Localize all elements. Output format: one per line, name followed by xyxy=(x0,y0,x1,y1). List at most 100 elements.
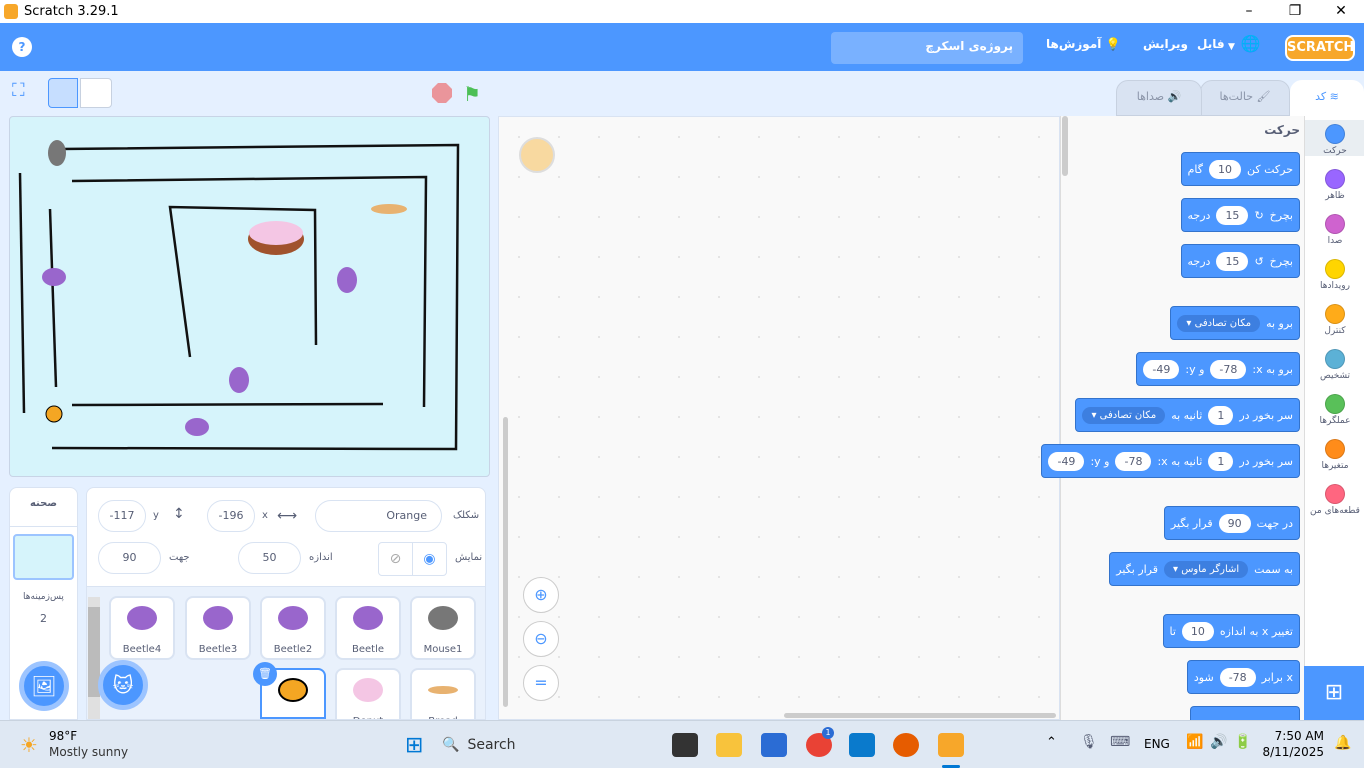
block-input[interactable]: 90 xyxy=(1218,513,1251,533)
block-input[interactable]: 1 xyxy=(1208,451,1234,471)
sprite-tile[interactable]: Bread xyxy=(410,668,476,719)
sprite-tile[interactable]: Beetle2 xyxy=(260,596,326,660)
microphone-icon[interactable]: 🎙 xyxy=(1080,734,1098,750)
maximize-button[interactable]: ❐ xyxy=(1272,0,1318,23)
sprite-tile[interactable]: Beetle xyxy=(335,596,401,660)
block-input[interactable]: 15 xyxy=(1216,205,1249,225)
clock-date[interactable]: 8/11/2025 xyxy=(1262,745,1324,759)
block-turn-right[interactable]: بچرخ ↻ 15 درجه xyxy=(1180,198,1300,232)
minimize-button[interactable]: – xyxy=(1226,0,1272,23)
notifications-icon[interactable]: 🔔 xyxy=(1334,735,1351,751)
palette-scrollbar[interactable] xyxy=(1062,116,1068,176)
size-input[interactable]: 50 xyxy=(238,542,301,574)
weather-temp[interactable]: 98°F xyxy=(49,729,77,743)
help-button[interactable]: ? xyxy=(12,37,32,57)
battery-icon[interactable]: 🔋 xyxy=(1234,734,1251,750)
category-1[interactable]: ظاهر xyxy=(1305,165,1364,201)
block-point-towards[interactable]: به سمت اشارگر ماوس ▾ قرار بگیر xyxy=(1109,552,1300,586)
block-input[interactable]: 10 xyxy=(1181,621,1214,641)
close-button[interactable]: ✕ xyxy=(1318,0,1364,23)
block-input[interactable]: -78 xyxy=(1210,359,1247,379)
sprite-tile[interactable]: Donut xyxy=(335,668,401,719)
block-goto-xy[interactable]: برو به x: -78 و y: -49 xyxy=(1136,352,1300,386)
zoom-reset-button[interactable]: = xyxy=(523,665,559,701)
file-menu[interactable]: فایل xyxy=(1197,37,1225,51)
block-dropdown[interactable]: مکان تصادفی ▾ xyxy=(1177,314,1261,332)
block-glide[interactable]: سر بخور در 1 ثانیه به مکان تصادفی ▾ xyxy=(1075,398,1300,432)
fullscreen-button[interactable]: ⛶ xyxy=(12,80,25,101)
category-8[interactable]: قطعه‌های من xyxy=(1305,480,1364,516)
block-change-x[interactable]: تغییر x به اندازه 10 تا xyxy=(1162,614,1300,648)
sprite-tile[interactable]: Beetle4 xyxy=(109,596,175,660)
sprite-name-input[interactable]: Orange xyxy=(315,500,442,532)
block-input[interactable]: 10 xyxy=(1208,159,1241,179)
green-flag-icon[interactable]: ⚑ xyxy=(463,82,481,106)
small-stage-button[interactable] xyxy=(48,78,78,108)
block-move-steps[interactable]: حرکت کن 10 گام xyxy=(1180,152,1300,186)
task-view-icon[interactable] xyxy=(672,733,698,757)
category-7[interactable]: متغیرها xyxy=(1305,435,1364,471)
block-partial[interactable] xyxy=(1190,706,1300,720)
stop-icon[interactable] xyxy=(432,83,452,103)
category-3[interactable]: رویدادها xyxy=(1305,255,1364,291)
choose-backdrop-button[interactable]: 🖼 xyxy=(19,661,69,711)
block-goto[interactable]: برو به مکان تصادفی ▾ xyxy=(1170,306,1300,340)
category-2[interactable]: صدا xyxy=(1305,210,1364,246)
file-explorer-icon[interactable] xyxy=(716,733,742,757)
wifi-icon[interactable]: 📶 xyxy=(1186,734,1203,750)
hide-sprite-button[interactable]: ⊘ xyxy=(378,542,413,576)
block-input[interactable]: 15 xyxy=(1216,251,1249,271)
tab-code[interactable]: کد ≋ xyxy=(1290,80,1364,116)
y-input[interactable]: -117 xyxy=(98,500,146,532)
tab-sounds[interactable]: صداها 🔊 xyxy=(1116,80,1202,116)
block-dropdown[interactable]: مکان تصادفی ▾ xyxy=(1082,406,1166,424)
add-extension-button[interactable]: ⊞ xyxy=(1304,666,1364,720)
x-input[interactable]: -196 xyxy=(207,500,255,532)
code-workspace[interactable]: ⊕ ⊖ = xyxy=(498,116,1060,720)
category-6[interactable]: عملگرها xyxy=(1305,390,1364,426)
sprite-list-scrollbar[interactable] xyxy=(88,597,100,719)
language-menu[interactable]: ▼ 🌐 xyxy=(1228,34,1260,53)
keyboard-icon[interactable]: ⌨ xyxy=(1110,734,1130,750)
block-dropdown[interactable]: اشارگر ماوس ▾ xyxy=(1164,560,1249,578)
block-input[interactable]: -49 xyxy=(1048,451,1085,471)
show-visible-button[interactable]: ◉ xyxy=(412,542,447,576)
zoom-in-button[interactable]: ⊕ xyxy=(523,577,559,613)
vscode-icon[interactable] xyxy=(849,733,875,757)
block-input[interactable]: -78 xyxy=(1115,451,1152,471)
clock-time[interactable]: 7:50 AM xyxy=(1262,729,1324,743)
edit-menu[interactable]: ویرایش xyxy=(1143,37,1188,51)
tab-costumes[interactable]: حالت‌ها 🖌 xyxy=(1200,80,1290,116)
volume-icon[interactable]: 🔊 xyxy=(1210,734,1227,750)
large-stage-button[interactable] xyxy=(80,78,112,108)
block-point-direction[interactable]: در جهت 90 قرار بگیر xyxy=(1163,506,1300,540)
app-icon[interactable] xyxy=(893,733,919,757)
language-indicator[interactable]: ENG xyxy=(1144,737,1170,751)
block-turn-left[interactable]: بچرخ ↺ 15 درجه xyxy=(1180,244,1300,278)
store-icon[interactable] xyxy=(761,733,787,757)
block-glide-xy[interactable]: سر بخور در 1 ثانیه به x: -78 و y: -49 xyxy=(1041,444,1300,478)
backdrop-thumbnail[interactable] xyxy=(13,534,74,580)
windows-start-icon[interactable]: ⊞ xyxy=(405,733,423,758)
block-set-x[interactable]: x برابر -78 شود xyxy=(1186,660,1300,694)
stage-canvas[interactable] xyxy=(9,116,490,477)
tutorials-menu[interactable]: آموزش‌ها 💡 xyxy=(1046,37,1121,51)
block-input[interactable]: -49 xyxy=(1143,359,1180,379)
category-0[interactable]: حرکت xyxy=(1305,120,1364,156)
scratch-logo[interactable]: SCRATCH xyxy=(1285,35,1355,61)
category-4[interactable]: کنترل xyxy=(1305,300,1364,336)
choose-sprite-button[interactable]: 🐱 xyxy=(98,660,148,710)
block-input[interactable]: 1 xyxy=(1208,405,1234,425)
horizontal-scrollbar[interactable] xyxy=(784,713,1056,718)
weather-desc[interactable]: Mostly sunny xyxy=(49,745,128,759)
delete-sprite-icon[interactable]: 🗑 xyxy=(253,662,277,686)
category-5[interactable]: تشخیص xyxy=(1305,345,1364,381)
scratch-taskbar-icon[interactable] xyxy=(938,733,964,757)
vertical-scrollbar[interactable] xyxy=(503,417,508,707)
direction-input[interactable]: 90 xyxy=(98,542,161,574)
taskbar-search[interactable]: 🔍 Search xyxy=(442,729,662,761)
tray-chevron-icon[interactable]: ⌃ xyxy=(1046,735,1057,750)
project-title-input[interactable]: پروژه‌ی اسکرچ xyxy=(831,32,1023,64)
sprite-tile[interactable]: Mouse1 xyxy=(410,596,476,660)
sprite-tile[interactable]: Beetle3 xyxy=(185,596,251,660)
